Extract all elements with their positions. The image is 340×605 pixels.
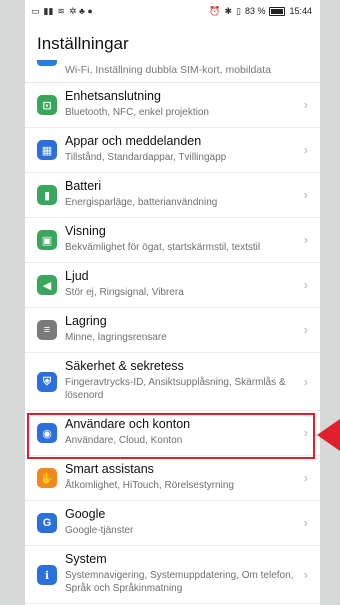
status-bar: ▭ ▮▮ ≋ ✲ ♣ ● ⏰ ✱ ▯ 83 % 15:44 — [25, 0, 320, 22]
screenshot-frame: ▭ ▮▮ ≋ ✲ ♣ ● ⏰ ✱ ▯ 83 % 15:44 Inställnin… — [0, 0, 340, 605]
network-icon — [37, 60, 57, 66]
chevron-right-icon: › — [303, 232, 308, 247]
phone-bezel-left — [0, 0, 25, 605]
sound-icon: ◀ — [37, 275, 57, 295]
item-title: System — [65, 552, 107, 566]
phone-bezel-right — [320, 0, 340, 605]
chevron-right-icon: › — [303, 470, 308, 485]
settings-item[interactable]: ▮ Batteri Energisparläge, batterianvändnin… — [25, 173, 320, 218]
settings-item[interactable]: G Google Google-tjänster › — [25, 501, 320, 546]
item-title: Visning — [65, 224, 106, 238]
status-time: 15:44 — [289, 6, 312, 16]
alarm-icon: ⏰ — [209, 5, 221, 16]
display-icon: ▣ — [37, 230, 57, 250]
item-title: Appar och meddelanden — [65, 134, 202, 148]
battery-icon: ▮ — [37, 185, 57, 205]
pointer-arrow — [317, 419, 340, 451]
item-subtitle: Minne, lagringsrensare — [65, 332, 167, 343]
chevron-right-icon: › — [303, 277, 308, 292]
item-subtitle: Åtkomlighet, HiTouch, Rörelsestyrning — [65, 480, 234, 491]
item-title: Säkerhet & sekretess — [65, 359, 184, 373]
google-icon: G — [37, 513, 57, 533]
signal-icon: ▮▮ — [43, 5, 54, 16]
battery-icon — [269, 6, 286, 16]
item-title: Lagring — [65, 314, 107, 328]
chevron-right-icon: › — [303, 515, 308, 530]
status-right: ⏰ ✱ ▯ 83 % 15:44 — [209, 6, 312, 17]
settings-item[interactable]: ℹ System Systemnavigering, Systemuppdateri… — [25, 546, 320, 604]
device-connection-icon: ⊡ — [37, 95, 57, 115]
item-subtitle: Bekvämlighet för ögat, startskärmstil, t… — [65, 242, 261, 253]
item-subtitle: Bluetooth, NFC, enkel projektion — [65, 107, 209, 118]
chevron-right-icon: › — [303, 187, 308, 202]
battery-percent: 83 % — [244, 6, 266, 16]
item-title: Batteri — [65, 179, 102, 193]
wifi-icon: ≋ — [57, 5, 65, 16]
settings-item[interactable]: ▣ Visning Bekvämlighet för ögat, startskär… — [25, 218, 320, 263]
settings-item[interactable]: ◀ Ljud Stör ej, Ringsignal, Vibrera › — [25, 263, 320, 308]
item-subtitle: Google-tjänster — [65, 525, 134, 536]
item-subtitle: Systemnavigering, Systemuppdatering, Om … — [65, 570, 294, 594]
item-title: Ljud — [65, 269, 89, 283]
sim-icon: ▭ — [31, 5, 40, 16]
status-left: ▭ ▮▮ ≋ ✲ ♣ ● — [31, 6, 93, 17]
highlight-box — [27, 413, 315, 459]
bluetooth-icon: ✱ — [224, 5, 232, 16]
settings-item[interactable]: ✋ Smart assistans Åtkomlighet, HiTouch, Rö… — [25, 456, 320, 501]
chevron-right-icon: › — [303, 322, 308, 337]
chevron-right-icon: › — [303, 567, 308, 582]
item-title: Enhetsanslutning — [65, 89, 161, 103]
chevron-right-icon: › — [303, 97, 308, 112]
chevron-right-icon: › — [303, 374, 308, 389]
smart-assist-icon: ✋ — [37, 468, 57, 488]
item-subtitle: Stör ej, Ringsignal, Vibrera — [65, 287, 184, 298]
item-title: Smart assistans — [65, 462, 154, 476]
item-subtitle: Wi-Fi, Inställning dubbla SIM-kort, mobi… — [65, 64, 271, 76]
notification-icons: ✲ ♣ ● — [68, 5, 93, 16]
system-icon: ℹ — [37, 565, 57, 585]
settings-item[interactable]: ⛨ Säkerhet & sekretess Fingeravtrycks-ID, … — [25, 353, 320, 411]
page-title: Inställningar — [37, 34, 129, 53]
settings-item-network[interactable]: Wi-Fi, Inställning dubbla SIM-kort, mobi… — [25, 60, 320, 83]
settings-item[interactable]: ▦ Appar och meddelanden Tillstånd, Standar… — [25, 128, 320, 173]
chevron-right-icon: › — [303, 142, 308, 157]
item-subtitle: Energisparläge, batterianvändning — [65, 197, 218, 208]
item-subtitle: Tillstånd, Standardappar, Tvillingapp — [65, 152, 227, 163]
settings-item[interactable]: ≡ Lagring Minne, lagringsrensare › — [25, 308, 320, 353]
settings-list: Wi-Fi, Inställning dubbla SIM-kort, mobi… — [25, 60, 320, 604]
storage-icon: ≡ — [37, 320, 57, 340]
phone-screen: ▭ ▮▮ ≋ ✲ ♣ ● ⏰ ✱ ▯ 83 % 15:44 Inställnin… — [25, 0, 320, 605]
apps-icon: ▦ — [37, 140, 57, 160]
item-title: Google — [65, 507, 106, 521]
security-icon: ⛨ — [37, 372, 57, 392]
settings-item[interactable]: ⊡ Enhetsanslutning Bluetooth, NFC, enkel p… — [25, 83, 320, 128]
vibrate-icon: ▯ — [236, 5, 241, 16]
item-subtitle: Fingeravtrycks-ID, Ansiktsupplåsning, Sk… — [65, 377, 286, 401]
